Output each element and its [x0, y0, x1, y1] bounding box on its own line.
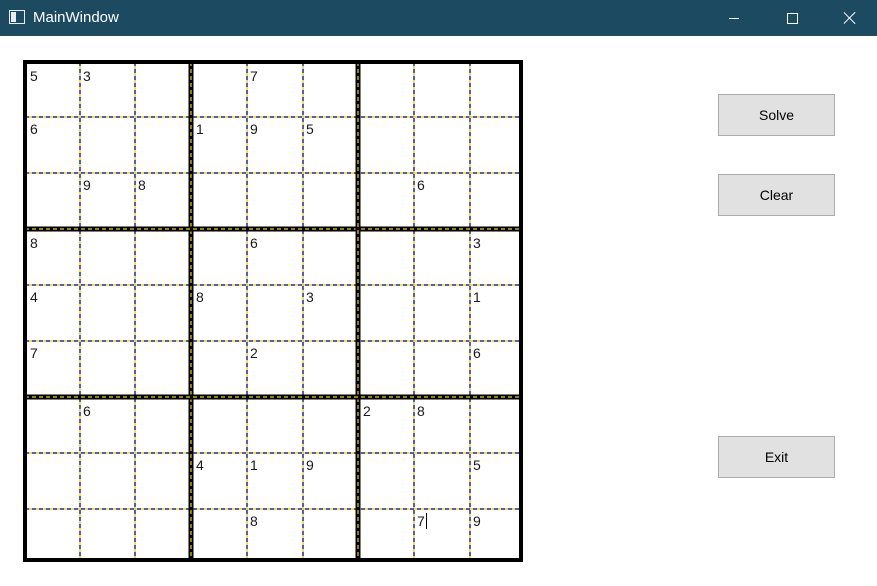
sudoku-cell[interactable] [248, 174, 302, 228]
sudoku-cell[interactable]: 2 [248, 342, 302, 396]
sudoku-cell[interactable]: 4 [194, 454, 246, 508]
sudoku-cell[interactable] [304, 400, 357, 452]
sudoku-cell[interactable] [361, 342, 413, 396]
sudoku-cell[interactable] [415, 342, 469, 396]
sudoku-cell[interactable] [136, 65, 190, 116]
sudoku-cell[interactable] [471, 400, 520, 452]
sudoku-cell[interactable]: 1 [248, 454, 302, 508]
sudoku-cell[interactable]: 3 [471, 232, 520, 284]
sudoku-cell[interactable]: 6 [81, 400, 134, 452]
sudoku-cell[interactable]: 4 [28, 286, 79, 340]
sudoku-cell[interactable] [248, 286, 302, 340]
sudoku-cell[interactable] [81, 510, 134, 559]
sudoku-cell[interactable] [304, 65, 357, 116]
sudoku-cell[interactable] [361, 65, 413, 116]
sudoku-cell[interactable] [81, 342, 134, 396]
sudoku-cell[interactable] [248, 400, 302, 452]
sudoku-cell[interactable] [136, 510, 190, 559]
sudoku-cell[interactable] [415, 65, 469, 116]
sudoku-cell[interactable] [304, 510, 357, 559]
sudoku-cell[interactable] [81, 286, 134, 340]
sudoku-cell[interactable] [194, 232, 246, 284]
sudoku-cell[interactable]: 5 [28, 65, 79, 116]
sudoku-cell[interactable]: 6 [28, 118, 79, 172]
sudoku-cell[interactable]: 3 [304, 286, 357, 340]
sudoku-cell[interactable] [361, 454, 413, 508]
sudoku-cell[interactable] [28, 454, 79, 508]
sudoku-cell[interactable] [81, 232, 134, 284]
maximize-button[interactable] [763, 0, 821, 36]
sudoku-cell[interactable]: 1 [194, 118, 246, 172]
sudoku-cell[interactable] [361, 286, 413, 340]
sudoku-cell[interactable] [304, 174, 357, 228]
sudoku-cell[interactable]: 7 [248, 65, 302, 116]
maximize-icon [786, 12, 798, 24]
sudoku-cell[interactable] [304, 232, 357, 284]
sudoku-cell[interactable] [136, 342, 190, 396]
sudoku-cell[interactable]: 7 [28, 342, 79, 396]
sudoku-grid: 537619598686348317266284195879 [23, 60, 523, 562]
sudoku-cell[interactable] [28, 174, 79, 228]
sudoku-cell[interactable] [136, 286, 190, 340]
close-icon [843, 11, 857, 25]
sudoku-cell[interactable] [361, 118, 413, 172]
minimize-icon [729, 17, 739, 19]
sudoku-cell[interactable]: 1 [471, 286, 520, 340]
window-title: MainWindow [33, 9, 119, 26]
sudoku-cell[interactable]: 9 [304, 454, 357, 508]
sudoku-cell[interactable] [136, 232, 190, 284]
sudoku-cell[interactable]: 7 [415, 510, 469, 559]
sudoku-cell[interactable] [415, 286, 469, 340]
sudoku-cell[interactable]: 9 [471, 510, 520, 559]
sudoku-cell[interactable] [194, 342, 246, 396]
sudoku-cell[interactable]: 8 [194, 286, 246, 340]
sudoku-cell[interactable] [304, 342, 357, 396]
sudoku-cell[interactable]: 8 [248, 510, 302, 559]
sudoku-cell[interactable]: 2 [361, 400, 413, 452]
sudoku-cell[interactable]: 8 [28, 232, 79, 284]
exit-button[interactable]: Exit [718, 436, 835, 478]
sudoku-cell[interactable]: 6 [471, 342, 520, 396]
sudoku-cell[interactable] [415, 232, 469, 284]
sudoku-cell[interactable] [471, 174, 520, 228]
sudoku-cell[interactable] [28, 510, 79, 559]
sudoku-cell[interactable] [361, 174, 413, 228]
clear-button[interactable]: Clear [718, 174, 835, 216]
sudoku-cell[interactable]: 9 [81, 174, 134, 228]
app-window-icon [9, 10, 25, 24]
sudoku-cell[interactable] [194, 65, 246, 116]
sudoku-cell[interactable] [194, 510, 246, 559]
sudoku-cell[interactable] [81, 118, 134, 172]
sudoku-cell[interactable]: 6 [248, 232, 302, 284]
sudoku-cell[interactable] [361, 510, 413, 559]
sudoku-cell[interactable]: 8 [136, 174, 190, 228]
minimize-button[interactable] [705, 0, 763, 36]
sudoku-cell[interactable] [136, 454, 190, 508]
sudoku-cell[interactable] [136, 118, 190, 172]
sudoku-cell[interactable]: 9 [248, 118, 302, 172]
sudoku-cell[interactable] [194, 174, 246, 228]
sudoku-cell[interactable]: 8 [415, 400, 469, 452]
solve-button[interactable]: Solve [718, 94, 835, 136]
sudoku-cell[interactable] [136, 400, 190, 452]
sudoku-cell[interactable] [28, 400, 79, 452]
sudoku-cell[interactable]: 5 [304, 118, 357, 172]
sudoku-cell[interactable] [415, 454, 469, 508]
sudoku-cell[interactable] [361, 232, 413, 284]
sudoku-cell[interactable]: 6 [415, 174, 469, 228]
sudoku-cell[interactable] [81, 454, 134, 508]
sudoku-cell[interactable]: 3 [81, 65, 134, 116]
sudoku-cell[interactable] [194, 400, 246, 452]
title-bar[interactable]: MainWindow [0, 0, 877, 36]
sudoku-cell[interactable]: 5 [471, 454, 520, 508]
sudoku-cell[interactable] [471, 118, 520, 172]
sudoku-cell[interactable] [471, 65, 520, 116]
close-button[interactable] [821, 0, 877, 36]
sudoku-cell[interactable] [415, 118, 469, 172]
